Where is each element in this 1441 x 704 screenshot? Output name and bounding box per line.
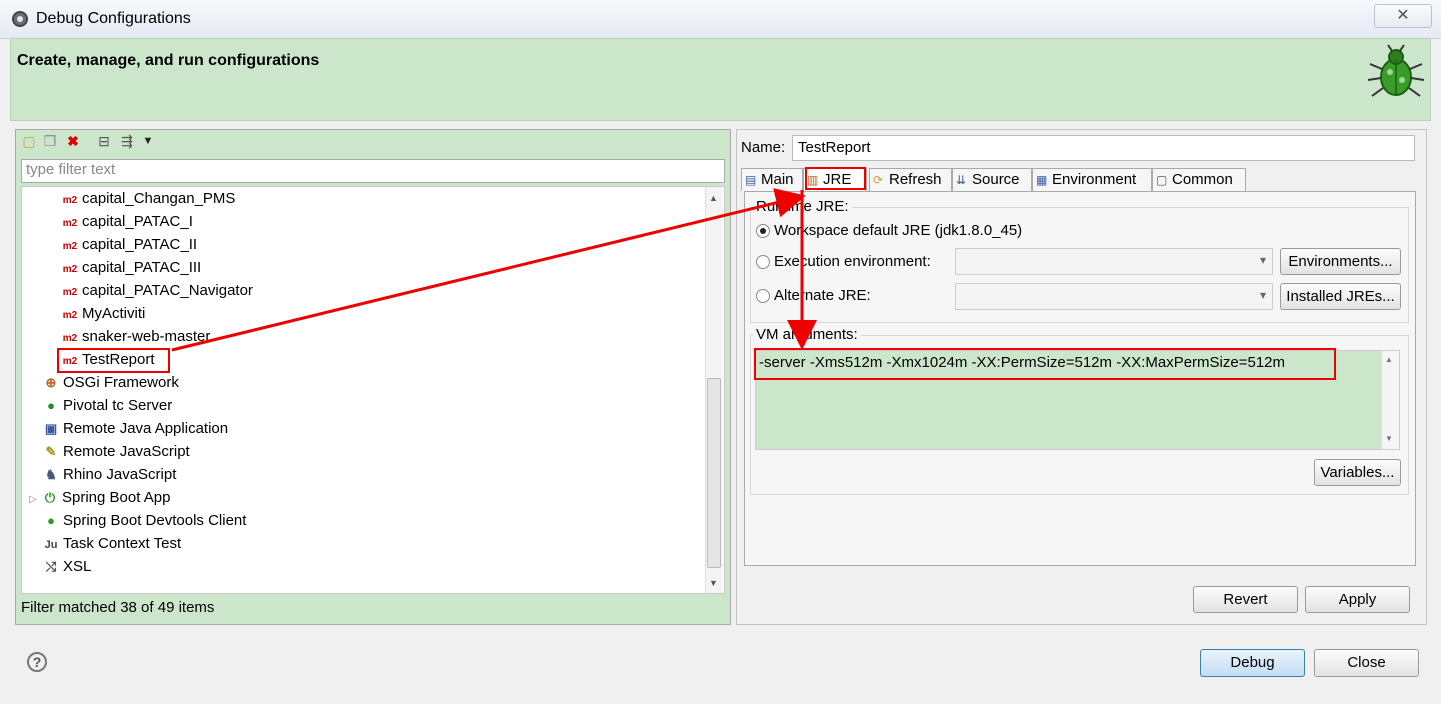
close-button[interactable]: Close <box>1314 649 1419 677</box>
arrow-to-jre-tab <box>171 188 806 352</box>
annotation-arrows <box>171 188 817 352</box>
help-icon[interactable]: ? <box>27 652 47 672</box>
debug-button[interactable]: Debug <box>1200 649 1305 677</box>
